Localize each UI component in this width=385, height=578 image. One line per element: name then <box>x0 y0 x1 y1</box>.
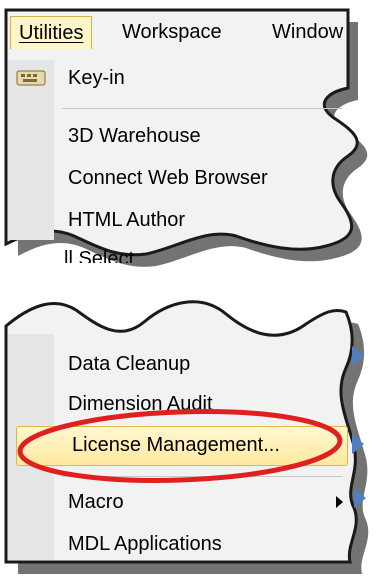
annotation-ellipse <box>17 409 343 483</box>
screenshot-stage: Utilities Workspace Window Key-in 3D War… <box>0 0 385 578</box>
